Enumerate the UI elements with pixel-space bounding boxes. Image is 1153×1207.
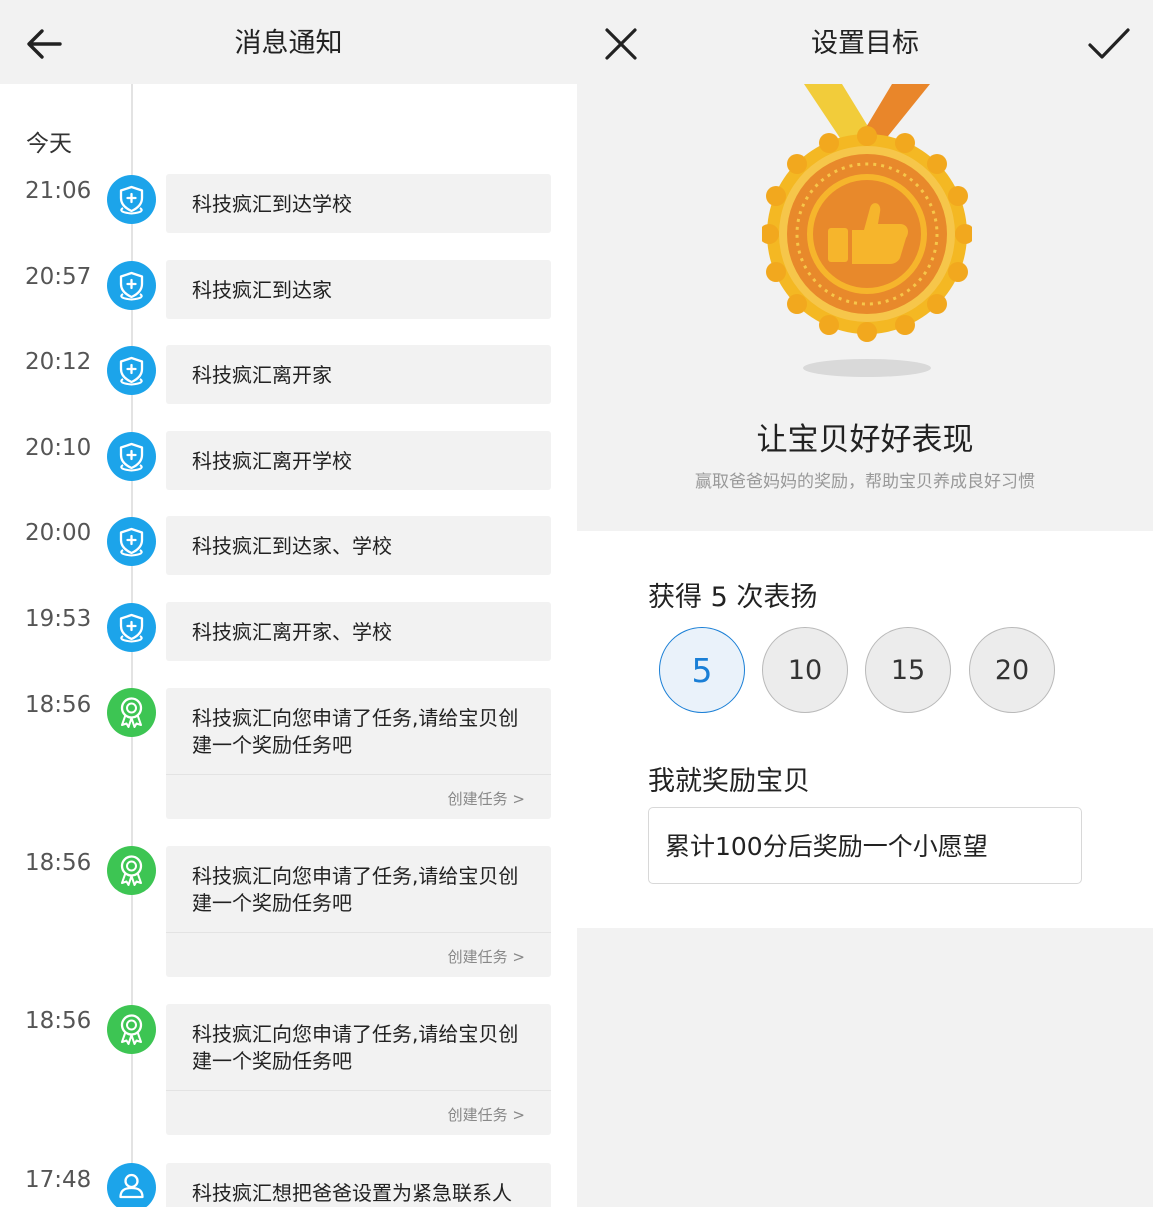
item-time: 17:48 <box>25 1167 92 1193</box>
notification-card[interactable]: 科技疯汇离开家、学校 <box>166 602 551 661</box>
notification-card[interactable]: 科技疯汇离开学校 <box>166 431 551 490</box>
reward-input-value: 累计100分后奖励一个小愿望 <box>665 832 988 861</box>
page-title: 设置目标 <box>811 28 919 59</box>
notification-card[interactable]: 科技疯汇到达学校 <box>166 174 551 233</box>
hero-title: 让宝贝好好表现 <box>756 422 974 458</box>
praise-option-15[interactable]: 15 <box>865 627 951 713</box>
item-time: 20:12 <box>25 349 92 375</box>
reward-label: 我就奖励宝贝 <box>648 766 810 797</box>
card-divider <box>166 1090 551 1091</box>
notification-text: 科技疯汇向您申请了任务,请给宝贝创建一个奖励任务吧 <box>192 706 519 757</box>
notification-text: 科技疯汇到达家 <box>192 278 332 302</box>
notification-card[interactable]: 科技疯汇离开家 <box>166 345 551 404</box>
location-shield-icon <box>107 261 156 310</box>
location-shield-icon <box>107 346 156 395</box>
hero-subtitle: 赢取爸爸妈妈的奖励，帮助宝贝养成良好习惯 <box>695 472 1035 492</box>
set-goal-header: 设置目标 <box>577 0 1153 84</box>
item-time: 20:57 <box>25 264 92 290</box>
notification-text: 科技疯汇离开学校 <box>192 449 352 473</box>
goal-hero <box>577 84 1153 531</box>
item-time: 20:00 <box>25 520 92 546</box>
item-time: 21:06 <box>25 178 92 204</box>
goal-count-label: 获得 5 次表扬 <box>648 582 818 613</box>
create-task-link[interactable]: 创建任务 > <box>448 946 525 967</box>
notification-text: 科技疯汇离开家 <box>192 363 332 387</box>
item-time: 18:56 <box>25 1008 92 1034</box>
item-time: 20:10 <box>25 435 92 461</box>
create-task-link[interactable]: 创建任务 > <box>448 788 525 809</box>
confirm-check-icon[interactable] <box>1085 22 1133 66</box>
card-divider <box>166 932 551 933</box>
card-divider <box>166 774 551 775</box>
notifications-screen: 消息通知 今天 21:06 科技疯汇到达学校 20:57 科技疯汇到达家 20:… <box>0 0 577 1207</box>
award-ribbon-icon <box>107 1005 156 1054</box>
location-shield-icon <box>107 432 156 481</box>
item-time: 18:56 <box>25 692 92 718</box>
create-task-link[interactable]: 创建任务 > <box>448 1104 525 1125</box>
notification-text: 科技疯汇想把爸爸设置为紧急联系人 <box>192 1181 512 1205</box>
notification-text: 科技疯汇离开家、学校 <box>192 620 392 644</box>
location-shield-icon <box>107 175 156 224</box>
notifications-header: 消息通知 <box>0 0 577 84</box>
praise-option-10[interactable]: 10 <box>762 627 848 713</box>
praise-option-5[interactable]: 5 <box>659 627 745 713</box>
set-goal-screen: 设置目标 让宝贝好好表现 赢取爸爸妈妈的奖励，帮助宝贝养成良好习惯 获得 5 次… <box>577 0 1153 1207</box>
page-title: 消息通知 <box>234 28 343 59</box>
notification-text: 科技疯汇到达学校 <box>192 192 352 216</box>
award-ribbon-icon <box>107 846 156 895</box>
notification-text: 科技疯汇向您申请了任务,请给宝贝创建一个奖励任务吧 <box>192 864 519 915</box>
reward-input[interactable]: 累计100分后奖励一个小愿望 <box>648 807 1082 884</box>
notification-card[interactable]: 科技疯汇到达家、学校 <box>166 516 551 575</box>
task-request-card[interactable]: 科技疯汇向您申请了任务,请给宝贝创建一个奖励任务吧 创建任务 > <box>166 846 551 977</box>
task-request-card[interactable]: 科技疯汇向您申请了任务,请给宝贝创建一个奖励任务吧 创建任务 > <box>166 1004 551 1135</box>
notification-text: 科技疯汇向您申请了任务,请给宝贝创建一个奖励任务吧 <box>192 1022 519 1073</box>
award-ribbon-icon <box>107 688 156 737</box>
person-icon <box>107 1163 156 1207</box>
location-shield-icon <box>107 517 156 566</box>
day-label: 今天 <box>26 131 72 157</box>
notification-text: 科技疯汇到达家、学校 <box>192 534 392 558</box>
item-time: 19:53 <box>25 606 92 632</box>
praise-option-20[interactable]: 20 <box>969 627 1055 713</box>
goal-form: 获得 5 次表扬 5 10 15 20 我就奖励宝贝 累计100分后奖励一个小愿… <box>577 531 1153 928</box>
notification-card[interactable]: 科技疯汇想把爸爸设置为紧急联系人 <box>166 1163 551 1207</box>
medal-illustration <box>759 84 975 384</box>
task-request-card[interactable]: 科技疯汇向您申请了任务,请给宝贝创建一个奖励任务吧 创建任务 > <box>166 688 551 819</box>
location-shield-icon <box>107 603 156 652</box>
item-time: 18:56 <box>25 850 92 876</box>
notification-card[interactable]: 科技疯汇到达家 <box>166 260 551 319</box>
